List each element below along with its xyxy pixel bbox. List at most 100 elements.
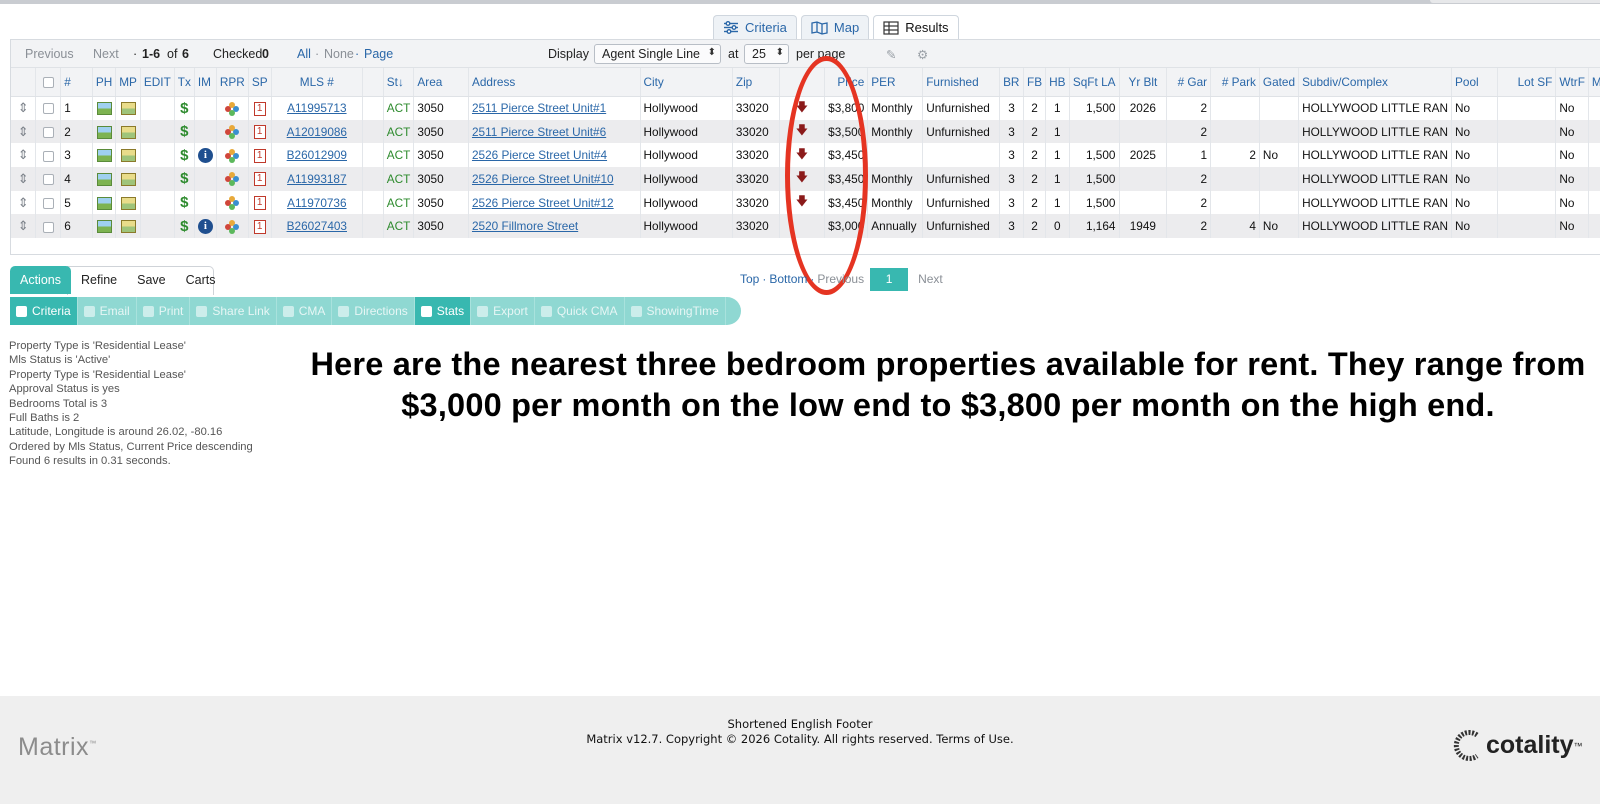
address-link[interactable]: 2520 Fillmore Street: [472, 219, 578, 233]
table-row[interactable]: ⇕ 1 $1 A11995713 ACT 3050 2511 Pierce Street U…: [11, 96, 1600, 120]
tab-results[interactable]: Results: [873, 15, 959, 39]
gear-icon[interactable]: ⚙: [917, 47, 928, 62]
action-stats-button[interactable]: Stats: [414, 297, 472, 325]
pager-previous[interactable]: Previous: [817, 272, 864, 286]
address-link[interactable]: 2526 Pierce Street Unit#12: [472, 196, 614, 210]
action-criteria-button[interactable]: Criteria: [10, 297, 78, 325]
next-link[interactable]: Next: [93, 47, 119, 61]
col-furnished[interactable]: Furnished: [922, 68, 1001, 97]
address-link[interactable]: 2511 Pierce Street Unit#6: [472, 125, 606, 139]
drag-handle-icon[interactable]: ⇕: [18, 196, 29, 209]
showing-page-icon[interactable]: 1: [253, 219, 266, 234]
action-export-button[interactable]: Export: [471, 297, 535, 325]
drag-handle-icon[interactable]: ⇕: [18, 172, 29, 185]
col-fb[interactable]: FB: [1023, 68, 1047, 97]
drag-handle-icon[interactable]: ⇕: [18, 148, 29, 161]
mls-number-link[interactable]: B26027403: [287, 219, 347, 233]
col-pool[interactable]: Pool: [1451, 68, 1498, 97]
map-thumbnail-icon[interactable]: [120, 149, 136, 163]
tax-dollar-icon[interactable]: $: [180, 100, 188, 117]
col-area[interactable]: Area: [413, 68, 469, 97]
map-thumbnail-icon[interactable]: [120, 125, 136, 139]
rpr-icon[interactable]: [225, 172, 240, 187]
per-page-select[interactable]: 25: [744, 44, 789, 64]
action-cma-button[interactable]: CMA: [277, 297, 333, 325]
select-none-link[interactable]: None: [324, 47, 354, 61]
col-zip[interactable]: Zip: [732, 68, 780, 97]
col-hb[interactable]: HB: [1045, 68, 1070, 97]
tax-dollar-icon[interactable]: $: [180, 170, 188, 187]
previous-link[interactable]: Previous: [25, 47, 74, 61]
tax-dollar-icon[interactable]: $: [180, 123, 188, 140]
col-edit[interactable]: EDIT: [140, 68, 175, 97]
pager-next[interactable]: Next: [918, 272, 943, 286]
row-checkbox[interactable]: [42, 197, 54, 209]
col-ph[interactable]: PH: [92, 68, 117, 97]
select-all-link[interactable]: All: [297, 47, 311, 61]
showing-page-icon[interactable]: 1: [253, 148, 266, 163]
rpr-icon[interactable]: [225, 124, 240, 139]
rpr-icon[interactable]: [225, 196, 240, 211]
table-row[interactable]: ⇕ 3 $ i 1 B26012909 ACT 3050 2526 Pierce Street …: [11, 143, 1600, 168]
footer-line-2[interactable]: Matrix v12.7. Copyright © 2026 Cotality.…: [0, 732, 1600, 746]
pager-current-page[interactable]: 1: [870, 267, 909, 291]
col-per[interactable]: PER: [867, 68, 924, 97]
action-directions-button[interactable]: Directions: [332, 297, 415, 325]
info-icon[interactable]: i: [197, 147, 213, 163]
col-price[interactable]: Price: [824, 68, 869, 97]
col-subdiv[interactable]: Subdiv/Complex: [1298, 68, 1453, 97]
row-checkbox[interactable]: [42, 221, 54, 233]
rpr-icon[interactable]: [225, 148, 240, 163]
table-row[interactable]: ⇕ 6 $ i 1 B26027403 ACT 3050 2520 Fillmore Stree…: [11, 214, 1600, 239]
showing-page-icon[interactable]: 1: [253, 124, 266, 139]
action-email-button[interactable]: Email: [78, 297, 137, 325]
action-share-link-button[interactable]: Share Link: [190, 297, 277, 325]
map-thumbnail-icon[interactable]: [120, 173, 136, 187]
col-tx[interactable]: Tx: [174, 68, 195, 97]
col-gated[interactable]: Gated: [1259, 68, 1300, 97]
address-link[interactable]: 2526 Pierce Street Unit#4: [472, 148, 607, 162]
row-checkbox[interactable]: [42, 174, 54, 186]
showing-page-icon[interactable]: 1: [253, 101, 266, 116]
photo-icon[interactable]: [96, 173, 112, 187]
mls-number-link[interactable]: A11970736: [287, 196, 346, 210]
tab-refine[interactable]: Refine: [71, 266, 127, 294]
pager-bottom-link[interactable]: Bottom: [769, 272, 807, 286]
col-br[interactable]: BR: [999, 68, 1025, 97]
tab-criteria[interactable]: Criteria: [713, 15, 797, 39]
mls-number-link[interactable]: B26012909: [287, 148, 347, 162]
tax-dollar-icon[interactable]: $: [180, 147, 188, 164]
col-sp[interactable]: SP: [248, 68, 272, 97]
tax-dollar-icon[interactable]: $: [180, 194, 188, 211]
photo-icon[interactable]: [96, 125, 112, 139]
col-sqft[interactable]: SqFt LA: [1069, 68, 1120, 97]
tab-save[interactable]: Save: [127, 266, 176, 294]
col-city[interactable]: City: [640, 68, 733, 97]
col-parking[interactable]: # Park: [1210, 68, 1260, 97]
action-quick-cma-button[interactable]: Quick CMA: [535, 297, 625, 325]
col-mp[interactable]: MP: [115, 68, 141, 97]
table-row[interactable]: ⇕ 4 $1 A11993187 ACT 3050 2526 Pierce Street U…: [11, 167, 1600, 191]
map-thumbnail-icon[interactable]: [120, 220, 136, 234]
rpr-icon[interactable]: [225, 101, 240, 116]
col-waterfront[interactable]: WtrF: [1555, 68, 1589, 97]
col-more[interactable]: M: [1588, 68, 1600, 97]
photo-icon[interactable]: [96, 102, 112, 116]
mls-number-link[interactable]: A11995713: [287, 101, 346, 115]
photo-icon[interactable]: [96, 196, 112, 210]
mls-number-link[interactable]: A11993187: [287, 172, 346, 186]
tab-carts[interactable]: Carts: [176, 266, 226, 294]
map-thumbnail-icon[interactable]: [120, 102, 136, 116]
map-thumbnail-icon[interactable]: [120, 196, 136, 210]
col-yr-built[interactable]: Yr Blt: [1119, 68, 1168, 97]
pager-top-link[interactable]: Top: [740, 272, 759, 286]
info-icon[interactable]: i: [197, 218, 213, 234]
col-lot-sf[interactable]: Lot SF: [1497, 68, 1557, 97]
row-checkbox[interactable]: [42, 103, 54, 115]
col-status[interactable]: St↓: [383, 68, 415, 97]
tax-dollar-icon[interactable]: $: [180, 218, 188, 235]
edit-icon[interactable]: ✎: [886, 47, 896, 62]
mls-number-link[interactable]: A12019086: [287, 125, 347, 139]
row-checkbox[interactable]: [42, 150, 54, 162]
address-link[interactable]: 2526 Pierce Street Unit#10: [472, 172, 614, 186]
